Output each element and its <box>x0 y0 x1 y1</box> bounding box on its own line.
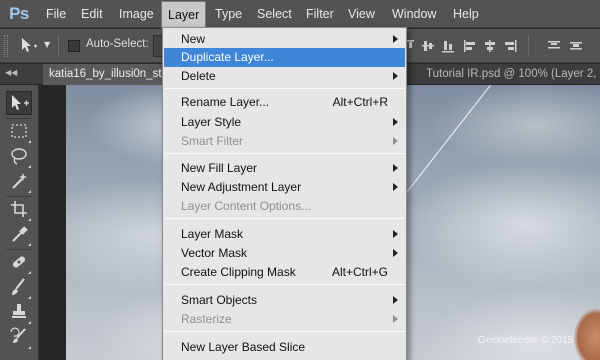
canvas-pasteboard <box>40 85 66 360</box>
menu-item-label: New Adjustment Layer <box>181 180 302 194</box>
align-bottom-icon[interactable] <box>440 38 456 54</box>
menu-item-layer-content-options[interactable]: Layer Content Options... <box>164 197 405 216</box>
menu-item-layer-style[interactable]: Layer Style <box>164 113 405 132</box>
menu-item-duplicate-layer[interactable]: Duplicate Layer... <box>164 48 405 67</box>
menu-item-new-layer-based-slice[interactable]: New Layer Based Slice <box>164 338 405 357</box>
menu-file[interactable]: File <box>40 0 72 28</box>
watermark-text: Geekiefeeder © 2015 <box>478 335 574 346</box>
align-left-icon[interactable] <box>462 38 478 54</box>
submenu-arrow-icon <box>393 137 398 145</box>
menu-item-new-fill-layer[interactable]: New Fill Layer <box>164 159 405 178</box>
menu-item-vector-mask[interactable]: Vector Mask <box>164 244 405 263</box>
submenu-arrow-icon <box>393 72 398 80</box>
history-brush-icon[interactable] <box>6 326 32 350</box>
collapse-panel-icon[interactable]: ◀◀ <box>5 68 17 77</box>
menu-window[interactable]: Window <box>386 0 442 28</box>
canvas-figure <box>566 298 600 360</box>
menu-layer[interactable]: Layer <box>161 1 207 29</box>
menu-separator <box>164 218 405 219</box>
align-right-icon[interactable] <box>502 38 518 54</box>
submenu-arrow-icon <box>393 118 398 126</box>
crop-icon[interactable] <box>6 198 32 222</box>
menu-item-label: Layer Style <box>181 115 242 129</box>
submenu-arrow-icon <box>393 183 398 191</box>
menu-bar: Ps File Edit Image Layer Type Select Fil… <box>0 0 600 29</box>
magic-wand-icon[interactable] <box>6 170 32 194</box>
menu-edit[interactable]: Edit <box>75 0 109 28</box>
menu-help[interactable]: Help <box>447 0 485 28</box>
divider <box>6 196 32 197</box>
menu-separator <box>164 284 405 285</box>
eyedropper-icon[interactable] <box>6 223 32 247</box>
menu-item-shortcut: Alt+Ctrl+G <box>331 265 388 279</box>
menu-item-new-adjustment-layer[interactable]: New Adjustment Layer <box>164 178 405 197</box>
menu-item-label: New <box>181 32 206 46</box>
menu-item-rasterize[interactable]: Rasterize <box>164 310 405 329</box>
menu-item-label: New Layer Based Slice <box>181 340 306 354</box>
submenu-arrow-icon <box>393 315 398 323</box>
menu-select[interactable]: Select <box>251 0 298 28</box>
tools-panel <box>0 85 39 360</box>
menu-item-label: Rename Layer... <box>181 95 270 109</box>
menu-view[interactable]: View <box>342 0 381 28</box>
menu-item-smart-filter[interactable]: Smart Filter <box>164 132 405 151</box>
distribute-center-icon[interactable] <box>568 38 584 54</box>
submenu-arrow-icon <box>393 164 398 172</box>
submenu-arrow-icon <box>393 249 398 257</box>
divider <box>528 35 529 57</box>
menu-separator <box>164 88 405 89</box>
options-grip[interactable] <box>4 35 8 57</box>
menu-item-delete[interactable]: Delete <box>164 67 405 86</box>
menu-type[interactable]: Type <box>209 0 248 28</box>
menu-item-label: Delete <box>181 69 216 83</box>
move-tool-preset-icon[interactable] <box>18 36 44 56</box>
document-tab[interactable]: Tutorial IR.psd @ 100% (Layer 2, <box>420 64 600 85</box>
menu-item-label: Rasterize <box>181 312 232 326</box>
divider <box>58 35 59 57</box>
lasso-icon[interactable] <box>6 145 32 169</box>
photoshop-logo: Ps <box>9 4 29 23</box>
auto-select-checkbox[interactable] <box>68 40 80 52</box>
menu-item-label: Create Clipping Mask <box>181 265 296 279</box>
menu-item-label: Layer Content Options... <box>181 199 312 213</box>
chevron-down-icon[interactable]: ▼ <box>44 40 50 49</box>
align-vertical-center-icon[interactable] <box>420 38 436 54</box>
menu-item-label: Smart Filter <box>181 134 244 148</box>
layer-menu-dropdown: New Duplicate Layer... Delete Rename Lay… <box>162 27 407 360</box>
submenu-arrow-icon <box>393 35 398 43</box>
auto-select-label: Auto-Select: <box>86 38 149 50</box>
move-tool-icon[interactable] <box>6 91 32 115</box>
menu-item-label: Layer Mask <box>181 227 244 241</box>
align-horizontal-center-icon[interactable] <box>482 38 498 54</box>
menu-item-layer-mask[interactable]: Layer Mask <box>164 225 405 244</box>
menu-filter[interactable]: Filter <box>300 0 340 28</box>
submenu-arrow-icon <box>393 296 398 304</box>
menu-item-smart-objects[interactable]: Smart Objects <box>164 291 405 310</box>
menu-separator <box>164 331 405 332</box>
divider <box>6 249 32 250</box>
menu-item-shortcut: Alt+Ctrl+R <box>332 95 388 109</box>
rectangular-marquee-icon[interactable] <box>6 120 32 144</box>
distribute-top-icon[interactable] <box>546 38 562 54</box>
healing-brush-icon[interactable] <box>6 251 32 275</box>
clone-stamp-icon[interactable] <box>6 301 32 325</box>
menu-item-label: Duplicate Layer... <box>181 50 274 64</box>
menu-item-rename-layer[interactable]: Rename Layer... Alt+Ctrl+R <box>164 93 405 112</box>
menu-item-label: Vector Mask <box>181 246 248 260</box>
menu-item-new[interactable]: New <box>164 30 405 49</box>
menu-item-create-clipping-mask[interactable]: Create Clipping Mask Alt+Ctrl+G <box>164 263 405 282</box>
menu-image[interactable]: Image <box>113 0 160 28</box>
divider <box>6 118 32 119</box>
menu-item-label: New Fill Layer <box>181 161 258 175</box>
brush-icon[interactable] <box>6 276 32 300</box>
menu-separator <box>164 153 405 154</box>
menu-item-label: Smart Objects <box>181 293 258 307</box>
submenu-arrow-icon <box>393 230 398 238</box>
document-tab-active[interactable]: katia16_by_illusi0n_st <box>43 64 165 85</box>
